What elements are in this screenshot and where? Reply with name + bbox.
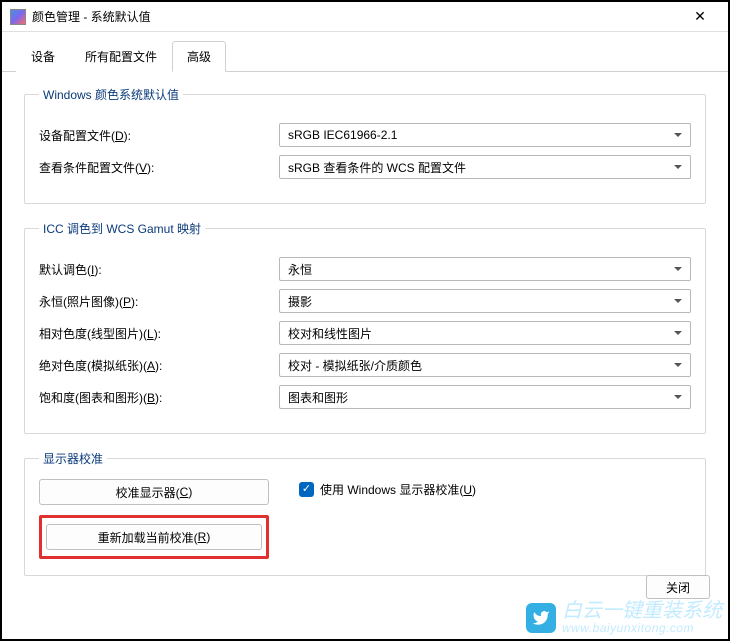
select-saturation[interactable]: 图表和图形 bbox=[279, 385, 691, 409]
label-saturation: 饱和度(图表和图形)(B): bbox=[39, 389, 269, 406]
label-absolute-colorimetric: 绝对色度(模拟纸张)(A): bbox=[39, 357, 269, 374]
tab-advanced[interactable]: 高级 bbox=[172, 41, 226, 72]
label-device-profile: 设备配置文件(D): bbox=[39, 127, 269, 144]
legend-windows-color-defaults: Windows 颜色系统默认值 bbox=[39, 86, 183, 103]
tab-devices[interactable]: 设备 bbox=[16, 41, 70, 72]
select-default-intent[interactable]: 永恒 bbox=[279, 257, 691, 281]
label-relative-colorimetric: 相对色度(线型图片)(L): bbox=[39, 325, 269, 342]
use-windows-calibration-checkbox[interactable]: ✓ bbox=[299, 482, 314, 497]
select-absolute-colorimetric[interactable]: 校对 - 模拟纸张/介质颜色 bbox=[279, 353, 691, 377]
watermark-sub: www.baiyunxitong.com bbox=[562, 622, 722, 635]
group-icc-wcs-gamut: ICC 调色到 WCS Gamut 映射 默认调色(I): 永恒 永恒(照片图像… bbox=[24, 220, 706, 434]
titlebar: 颜色管理 - 系统默认值 ✕ bbox=[2, 2, 728, 32]
use-windows-calibration-label: 使用 Windows 显示器校准(U) bbox=[320, 481, 476, 498]
group-display-calibration: 显示器校准 校准显示器(C) 重新加载当前校准(R) ✓ 使用 Windows … bbox=[24, 450, 706, 576]
watermark-icon bbox=[526, 603, 556, 633]
calibrate-display-button[interactable]: 校准显示器(C) bbox=[39, 479, 269, 505]
select-relative-colorimetric[interactable]: 校对和线性图片 bbox=[279, 321, 691, 345]
legend-display-calibration: 显示器校准 bbox=[39, 450, 107, 467]
group-windows-color-defaults: Windows 颜色系统默认值 设备配置文件(D): sRGB IEC61966… bbox=[24, 86, 706, 204]
label-perceptual: 永恒(照片图像)(P): bbox=[39, 293, 269, 310]
close-button[interactable]: ✕ bbox=[680, 3, 720, 31]
label-default-intent: 默认调色(I): bbox=[39, 261, 269, 278]
tab-strip: 设备 所有配置文件 高级 bbox=[2, 32, 728, 72]
select-perceptual[interactable]: 摄影 bbox=[279, 289, 691, 313]
app-icon bbox=[10, 9, 26, 25]
reload-calibration-button[interactable]: 重新加载当前校准(R) bbox=[46, 524, 262, 550]
highlight-reload-calibration: 重新加载当前校准(R) bbox=[39, 515, 269, 559]
tab-all-profiles[interactable]: 所有配置文件 bbox=[70, 41, 172, 72]
watermark: 白云一键重装系统 www.baiyunxitong.com bbox=[526, 601, 722, 635]
legend-icc-wcs-gamut: ICC 调色到 WCS Gamut 映射 bbox=[39, 220, 205, 237]
dialog-footer: 关闭 bbox=[646, 575, 710, 599]
label-viewing-conditions: 查看条件配置文件(V): bbox=[39, 159, 269, 176]
close-dialog-button[interactable]: 关闭 bbox=[646, 575, 710, 599]
select-viewing-conditions[interactable]: sRGB 查看条件的 WCS 配置文件 bbox=[279, 155, 691, 179]
window-title: 颜色管理 - 系统默认值 bbox=[32, 8, 680, 25]
select-device-profile[interactable]: sRGB IEC61966-2.1 bbox=[279, 123, 691, 147]
